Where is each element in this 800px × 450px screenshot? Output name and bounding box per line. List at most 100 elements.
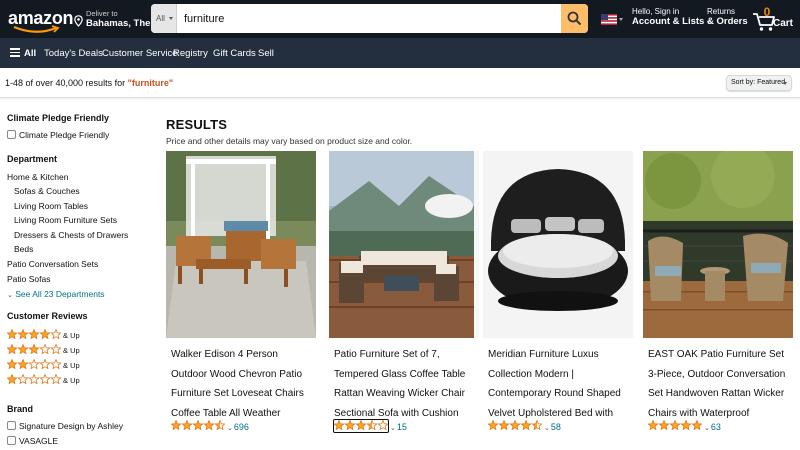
star-rating-icon: [6, 358, 62, 371]
brand-label: VASAGLE: [19, 436, 59, 446]
search-category-label: All: [156, 14, 165, 23]
orders-label: & Orders: [707, 16, 748, 27]
deliver-to[interactable]: Deliver to Bahamas, The: [74, 6, 150, 32]
review-filter-label: & Up: [63, 376, 80, 385]
chevron-down-icon: [169, 17, 173, 20]
see-all-departments-link[interactable]: ⌄ See All 23 Departments: [7, 289, 105, 299]
department-link[interactable]: Living Room Tables: [14, 201, 88, 211]
sub-nav: All Today's Deals Customer Service Regis…: [0, 38, 800, 68]
product-rating[interactable]: ⌄63: [647, 419, 721, 432]
department-link[interactable]: Dressers & Chests of Drawers: [14, 230, 128, 240]
nav-item-gift-cards[interactable]: Gift Cards: [213, 48, 256, 59]
product-title[interactable]: Walker Edison 4 Person Outdoor Wood Chev…: [171, 345, 316, 423]
climate-filter[interactable]: Climate Pledge Friendly: [7, 130, 109, 140]
nav-item-todays-deals[interactable]: Today's Deals: [44, 48, 103, 59]
product-title[interactable]: EAST OAK Patio Furniture Set 3-Piece, Ou…: [648, 345, 793, 423]
checkbox[interactable]: [7, 436, 16, 445]
review-filter-1[interactable]: & Up: [6, 373, 80, 386]
review-filter-4[interactable]: & Up: [6, 328, 80, 341]
star-rating-icon: [6, 343, 62, 356]
chevron-down-icon: ⌄: [390, 425, 396, 432]
brand-label: Signature Design by Ashley: [19, 421, 123, 431]
product-rating[interactable]: ⌄58: [487, 419, 561, 432]
review-count[interactable]: 696: [234, 422, 249, 432]
department-link[interactable]: Patio Conversation Sets: [7, 259, 98, 269]
hamburger-icon[interactable]: [10, 48, 20, 59]
nav-item-registry[interactable]: Registry: [173, 48, 208, 59]
search-icon: [567, 11, 582, 26]
logo-smile-icon: [13, 25, 60, 33]
returns-label: Returns: [707, 7, 736, 16]
star-rating-icon: [487, 419, 543, 432]
reviews-heading: Customer Reviews: [7, 311, 88, 321]
department-link[interactable]: Patio Sofas: [7, 274, 50, 284]
department-link[interactable]: Home & Kitchen: [7, 172, 68, 182]
star-rating-icon: [6, 373, 62, 386]
results-bar: 1-48 of over 40,000 results for "furnitu…: [0, 68, 800, 98]
search-query: "furniture": [127, 78, 174, 88]
review-count[interactable]: 58: [551, 422, 561, 432]
sort-value: Featured: [757, 79, 786, 86]
see-all-label: See All 23 Departments: [15, 289, 105, 299]
nav-item-sell[interactable]: Sell: [258, 48, 274, 59]
review-filter-label: & Up: [63, 346, 80, 355]
brand-heading: Brand: [7, 404, 34, 414]
checkbox[interactable]: [7, 130, 16, 139]
chevron-down-icon: ⌄: [704, 425, 710, 432]
review-filter-2[interactable]: & Up: [6, 358, 80, 371]
checkbox[interactable]: [7, 421, 16, 430]
product-rating[interactable]: ⌄696: [170, 419, 249, 432]
cart-button[interactable]: 0 Cart: [752, 4, 796, 34]
account-lists-label: Account & Lists ▾: [632, 16, 710, 27]
results-heading: RESULTS: [166, 117, 228, 132]
chevron-down-icon: [783, 82, 787, 85]
chevron-down-icon: ⌄: [227, 425, 233, 432]
deliver-location: Bahamas, The: [86, 18, 151, 29]
search-category-dropdown[interactable]: All: [151, 4, 177, 33]
brand-filter[interactable]: VASAGLE: [7, 436, 58, 446]
search-input[interactable]: [178, 4, 561, 33]
deliver-label: Deliver to: [86, 9, 118, 18]
language-selector[interactable]: [601, 12, 623, 30]
search-bar: All: [151, 4, 588, 33]
product-rating[interactable]: ⌄15: [333, 419, 407, 433]
sort-dropdown[interactable]: Sort by: Featured: [726, 75, 792, 91]
star-rating-icon: [647, 419, 703, 432]
department-link[interactable]: Sofas & Couches: [14, 186, 80, 196]
product-image[interactable]: [166, 151, 316, 338]
product-image[interactable]: [483, 151, 633, 338]
brand-filter[interactable]: Signature Design by Ashley: [7, 421, 123, 431]
product-image[interactable]: [329, 151, 479, 338]
product-image[interactable]: [643, 151, 793, 338]
location-pin-icon: [74, 15, 83, 27]
chevron-down-icon: ⌄: [7, 292, 13, 299]
cart-count: 0: [763, 5, 771, 19]
us-flag-icon: [601, 14, 617, 25]
review-count[interactable]: 63: [711, 422, 721, 432]
climate-heading: Climate Pledge Friendly: [7, 113, 110, 123]
department-link[interactable]: Living Room Furniture Sets: [14, 215, 117, 225]
review-filter-label: & Up: [63, 361, 80, 370]
cart-label: Cart: [773, 18, 794, 29]
review-count[interactable]: 15: [397, 422, 407, 432]
all-menu-button[interactable]: All: [24, 48, 36, 59]
returns-orders[interactable]: Returns & Orders: [707, 7, 751, 27]
account-greeting: Hello, Sign in: [632, 7, 680, 16]
star-rating-icon: [6, 328, 62, 341]
review-filter-3[interactable]: & Up: [6, 343, 80, 356]
star-rating-icon: [170, 419, 226, 432]
department-heading: Department: [7, 154, 58, 164]
review-filter-label: & Up: [63, 331, 80, 340]
search-button[interactable]: [561, 4, 588, 33]
top-nav: amazon Deliver to Bahamas, The All furni…: [0, 0, 800, 38]
product-title[interactable]: Patio Furniture Set of 7, Tempered Glass…: [334, 345, 479, 423]
chevron-down-icon: ⌄: [544, 425, 550, 432]
amazon-logo[interactable]: amazon: [8, 4, 74, 34]
chevron-down-icon: [619, 18, 623, 21]
nav-item-customer-service[interactable]: Customer Service: [102, 48, 178, 59]
department-link[interactable]: Beds: [14, 244, 33, 254]
climate-option-label: Climate Pledge Friendly: [19, 130, 110, 140]
account-menu[interactable]: Hello, Sign in Account & Lists ▾: [632, 7, 710, 27]
star-rating-icon: [333, 419, 389, 433]
product-title[interactable]: Meridian Furniture Luxus Collection Mode…: [488, 345, 633, 423]
